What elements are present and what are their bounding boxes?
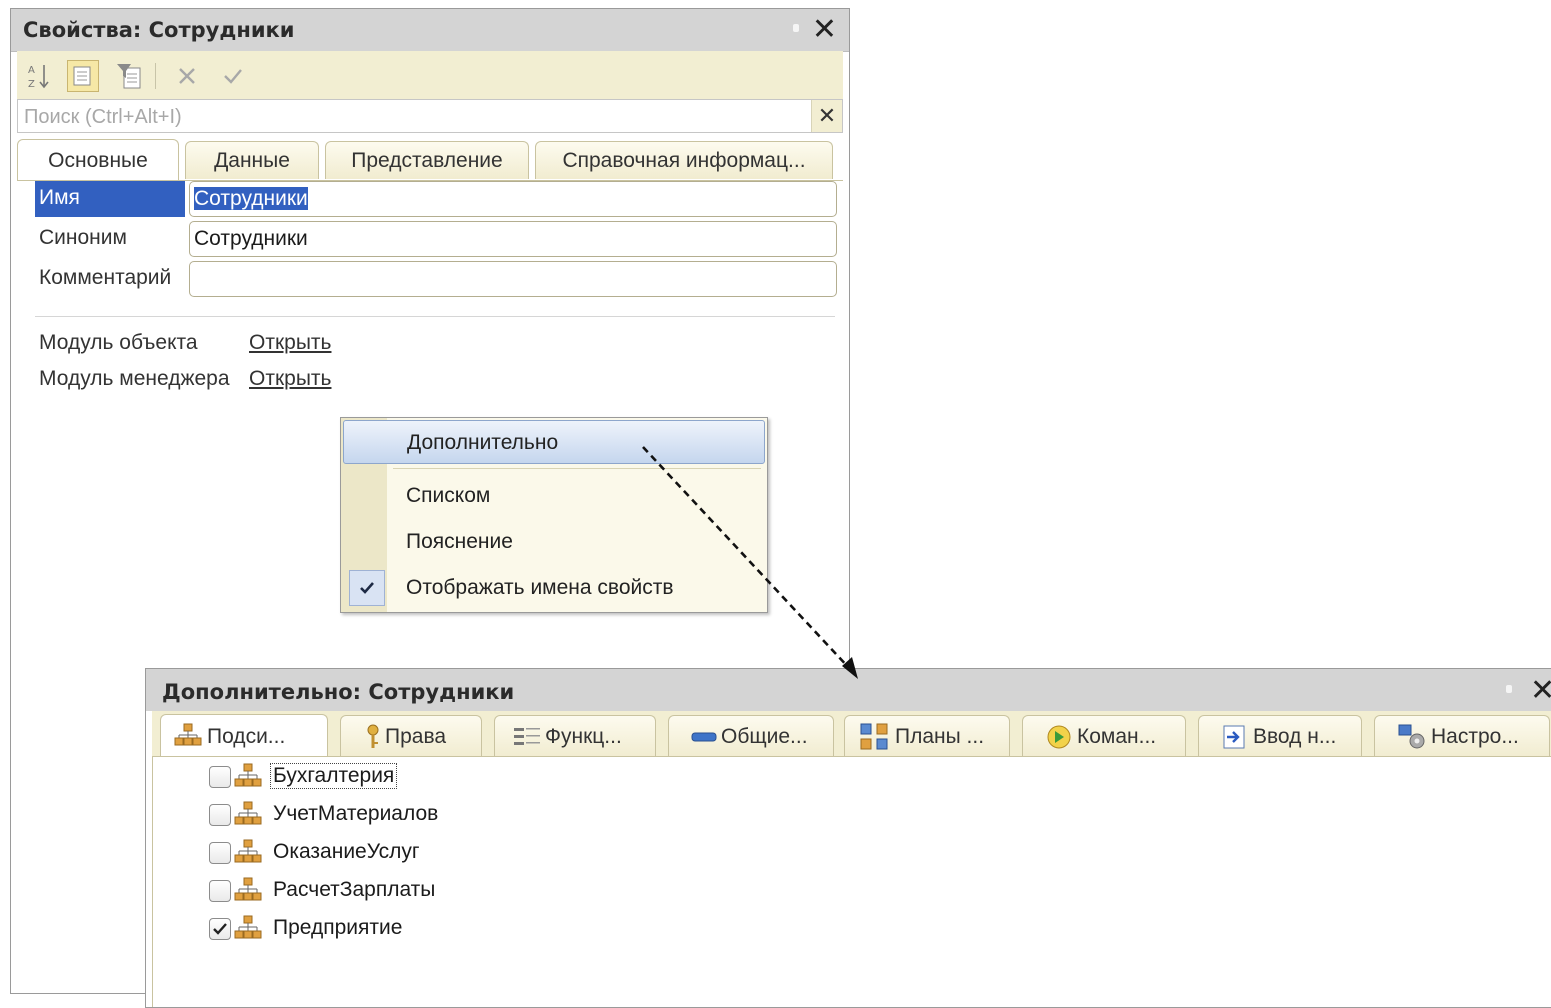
subsystem-icon	[234, 877, 262, 901]
subsystems-tree: Бухгалтерия УчетМатериалов ОказаниеУслуг…	[152, 756, 1551, 1007]
subsystem-label: Предприятие	[273, 916, 403, 939]
functional-options-icon	[514, 727, 540, 745]
menu-item-label: Списком	[406, 484, 491, 507]
properties-tabs: Основные Данные Представление Справочная…	[17, 139, 843, 181]
svg-text:A: A	[28, 65, 35, 76]
tab-basic[interactable]: Основные	[17, 139, 179, 181]
object-module-open-link[interactable]: Открыть	[249, 331, 331, 355]
synonym-field[interactable]: Сотрудники	[189, 221, 837, 257]
categorized-view-icon[interactable]	[67, 60, 99, 92]
manager-module-open-link[interactable]: Открыть	[249, 367, 331, 391]
subsystem-icon	[234, 839, 262, 863]
common-attributes-icon	[691, 732, 717, 741]
close-icon[interactable]: ✕	[1530, 674, 1551, 708]
input-based-icon	[1223, 725, 1245, 748]
object-module-label: Модуль объекта	[39, 331, 198, 354]
subsystem-icon	[234, 763, 262, 787]
apply-check-icon[interactable]	[217, 60, 249, 92]
checkbox[interactable]	[209, 880, 231, 902]
section-divider	[35, 316, 835, 317]
subsystem-icon	[174, 723, 202, 745]
subsystem-label: РасчетЗарплаты	[273, 878, 436, 901]
subsystem-icon	[234, 801, 262, 825]
tab-input-based[interactable]: Ввод н...	[1198, 715, 1362, 757]
checkbox[interactable]	[209, 804, 231, 826]
menu-item-list[interactable]: Списком	[343, 474, 765, 518]
tab-label: Настро...	[1431, 724, 1519, 748]
tab-label: Права	[385, 724, 447, 748]
property-row-name: Имя Сотрудники	[35, 181, 837, 217]
pin-icon[interactable]	[793, 24, 799, 32]
menu-item-label: Отображать имена свойств	[406, 576, 674, 599]
tab-settings[interactable]: Настро...	[1374, 715, 1550, 757]
tab-presentation[interactable]: Представление	[325, 141, 529, 179]
subsystem-icon	[234, 915, 262, 939]
additional-title-bar[interactable]: Дополнительно: Сотрудники ✕	[146, 669, 1551, 711]
window-title: Свойства: Сотрудники	[23, 18, 295, 42]
name-value: Сотрудники	[194, 187, 308, 210]
checkmark-icon	[349, 570, 385, 606]
tab-rights[interactable]: Права	[340, 715, 482, 757]
property-label-name[interactable]: Имя	[35, 181, 185, 217]
search-input[interactable]	[22, 104, 806, 130]
menu-separator	[393, 468, 761, 469]
checkbox[interactable]	[209, 766, 231, 788]
tab-label: Коман...	[1077, 724, 1157, 748]
subsystem-label: Бухгалтерия	[269, 763, 398, 789]
property-row-synonym: Синоним Сотрудники	[35, 221, 837, 257]
checkbox-checked[interactable]	[209, 918, 231, 940]
tab-data[interactable]: Данные	[185, 141, 319, 179]
close-icon[interactable]: ✕	[812, 13, 837, 47]
commands-icon	[1047, 725, 1071, 748]
tab-label: Планы ...	[895, 724, 985, 748]
properties-toolbar: A Z	[17, 51, 843, 100]
property-row-comment: Комментарий	[35, 261, 837, 297]
additional-window: Дополнительно: Сотрудники ✕ Подси... Пра…	[145, 668, 1551, 1008]
property-label-comment[interactable]: Комментарий	[35, 261, 185, 297]
context-menu: Дополнительно Списком Пояснение Отобража…	[340, 417, 768, 613]
properties-title-bar[interactable]: Свойства: Сотрудники ✕	[11, 9, 849, 52]
subsystem-label: ОказаниеУслуг	[273, 840, 420, 863]
filter-icon[interactable]	[113, 60, 145, 92]
pin-icon[interactable]	[1506, 685, 1512, 693]
tab-label: Ввод н...	[1253, 724, 1337, 748]
menu-item-label: Дополнительно	[407, 431, 559, 454]
tab-exchange-plans[interactable]: Планы ...	[844, 715, 1010, 757]
tab-functional-options[interactable]: Функц...	[494, 715, 656, 757]
menu-item-label: Пояснение	[406, 530, 513, 553]
sort-alphabetical-icon[interactable]: A Z	[23, 60, 55, 92]
toolbar-separator	[155, 63, 156, 89]
checkmark-icon	[213, 923, 227, 935]
key-icon	[367, 724, 379, 748]
tab-label: Функц...	[545, 724, 622, 748]
manager-module-label: Модуль менеджера	[39, 367, 230, 390]
settings-icon	[1398, 724, 1425, 748]
property-label-synonym[interactable]: Синоним	[35, 221, 185, 257]
menu-item-show-property-names[interactable]: Отображать имена свойств	[343, 566, 765, 610]
search-box: ✕	[17, 99, 843, 133]
additional-tabs: Подси... Права Функц... Общие... Планы .…	[152, 711, 1551, 758]
subsystem-label: УчетМатериалов	[273, 802, 439, 825]
tab-common-attributes[interactable]: Общие...	[668, 715, 834, 757]
cancel-icon[interactable]	[171, 60, 203, 92]
tab-reference-info[interactable]: Справочная информац...	[535, 141, 833, 179]
comment-field[interactable]	[189, 261, 837, 297]
tab-subsystems[interactable]: Подси...	[160, 714, 328, 758]
menu-item-explanation[interactable]: Пояснение	[343, 520, 765, 564]
menu-item-additional[interactable]: Дополнительно	[343, 420, 765, 464]
svg-text:Z: Z	[28, 79, 35, 90]
search-clear-icon[interactable]: ✕	[811, 100, 842, 132]
name-field[interactable]: Сотрудники	[189, 181, 837, 217]
tab-label: Подси...	[207, 724, 286, 748]
tab-label: Общие...	[721, 724, 808, 748]
tab-commands[interactable]: Коман...	[1022, 715, 1186, 757]
exchange-plans-icon	[860, 723, 888, 749]
window-title: Дополнительно: Сотрудники	[162, 680, 515, 704]
checkbox[interactable]	[209, 842, 231, 864]
